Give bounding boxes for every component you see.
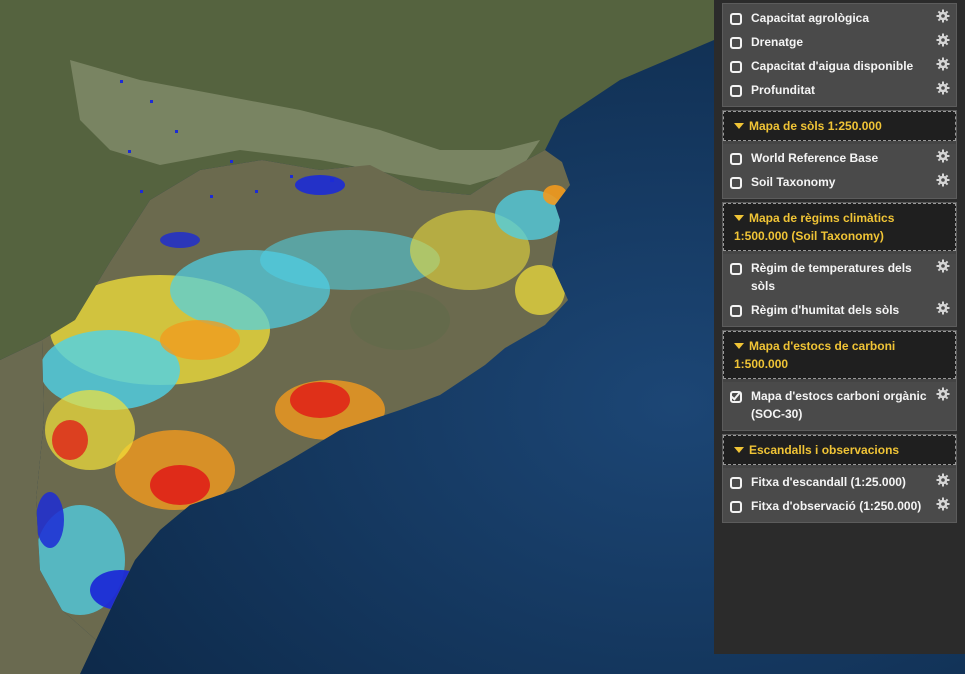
caret-down-icon (734, 214, 744, 221)
checkbox[interactable] (730, 85, 742, 97)
layer-group: Capacitat agrològica Drenatge Capacitat … (722, 3, 957, 107)
layer-list: Fitxa d'escandall (1:25.000) Fitxa d'obs… (723, 468, 956, 522)
layer-group-title: Mapa de règims climàtics 1:500.000 (Soil… (734, 211, 895, 243)
checkbox[interactable] (730, 305, 742, 317)
layer-panel: Capacitat agrològica Drenatge Capacitat … (714, 0, 965, 654)
layer-label: Drenatge (751, 35, 804, 49)
layer-label: Mapa d'estocs carboni orgànic (SOC-30) (751, 389, 927, 421)
checkbox[interactable] (730, 13, 742, 25)
caret-down-icon (734, 122, 744, 129)
gear-icon[interactable] (936, 81, 950, 95)
layer-list: World Reference Base Soil Taxonomy (723, 144, 956, 198)
gear-icon[interactable] (936, 149, 950, 163)
checkbox[interactable] (730, 177, 742, 189)
gear-icon[interactable] (936, 259, 950, 273)
gear-icon[interactable] (936, 473, 950, 487)
caret-down-icon (734, 446, 744, 453)
layer-item[interactable]: Fitxa d'observació (1:250.000) (723, 494, 956, 518)
gear-icon[interactable] (936, 33, 950, 47)
layer-group: Mapa de règims climàtics 1:500.000 (Soil… (722, 202, 957, 327)
layer-item[interactable]: Règim d'humitat dels sòls (723, 298, 956, 322)
layer-group-header[interactable]: Mapa de sòls 1:250.000 (723, 111, 956, 141)
layer-group: Escandalls i observacions Fitxa d'escanda… (722, 434, 957, 523)
layer-group-header[interactable]: Escandalls i observacions (723, 435, 956, 465)
checkbox[interactable] (730, 477, 742, 489)
checkbox[interactable] (730, 37, 742, 49)
layer-label: Profunditat (751, 83, 815, 97)
layer-group-title: Mapa d'estocs de carboni 1:500.000 (734, 339, 896, 371)
layer-label: Capacitat agrològica (751, 11, 870, 25)
layer-group: Mapa de sòls 1:250.000 World Reference Ba… (722, 110, 957, 199)
layer-item[interactable]: World Reference Base (723, 146, 956, 170)
layer-list: Règim de temperatures dels sòls Règim d'… (723, 254, 956, 326)
checked-checkbox[interactable] (730, 391, 742, 403)
caret-down-icon (734, 342, 744, 349)
layer-list: Capacitat agrològica Drenatge Capacitat … (723, 4, 956, 106)
checkbox[interactable] (730, 501, 742, 513)
layer-label: Capacitat d'aigua disponible (751, 59, 914, 73)
checkbox[interactable] (730, 263, 742, 275)
layer-group-header[interactable]: Mapa d'estocs de carboni 1:500.000 (723, 331, 956, 379)
layer-item[interactable]: Drenatge (723, 30, 956, 54)
layer-item[interactable]: Soil Taxonomy (723, 170, 956, 194)
layer-label: Fitxa d'observació (1:250.000) (751, 499, 922, 513)
layer-group-title: Escandalls i observacions (749, 443, 900, 457)
layer-label: Règim d'humitat dels sòls (751, 303, 900, 317)
layer-label: Règim de temperatures dels sòls (751, 261, 912, 293)
layer-item[interactable]: Capacitat d'aigua disponible (723, 54, 956, 78)
gear-icon[interactable] (936, 57, 950, 71)
layer-group: Mapa d'estocs de carboni 1:500.000 Mapa d… (722, 330, 957, 431)
layer-item[interactable]: Règim de temperatures dels sòls (723, 256, 956, 298)
layer-item[interactable]: Profunditat (723, 78, 956, 102)
checkbox[interactable] (730, 153, 742, 165)
gear-icon[interactable] (936, 9, 950, 23)
layer-item[interactable]: Capacitat agrològica (723, 6, 956, 30)
layer-group-title: Mapa de sòls 1:250.000 (749, 119, 882, 133)
layer-list: Mapa d'estocs carboni orgànic (SOC-30) (723, 382, 956, 430)
layer-label: Soil Taxonomy (751, 175, 836, 189)
layer-item[interactable]: Mapa d'estocs carboni orgànic (SOC-30) (723, 384, 956, 426)
gear-icon[interactable] (936, 173, 950, 187)
gear-icon[interactable] (936, 387, 950, 401)
layer-group-header[interactable]: Mapa de règims climàtics 1:500.000 (Soil… (723, 203, 956, 251)
layer-label: World Reference Base (751, 151, 879, 165)
gear-icon[interactable] (936, 497, 950, 511)
checkbox[interactable] (730, 61, 742, 73)
layer-label: Fitxa d'escandall (1:25.000) (751, 475, 906, 489)
layer-item[interactable]: Fitxa d'escandall (1:25.000) (723, 470, 956, 494)
gear-icon[interactable] (936, 301, 950, 315)
